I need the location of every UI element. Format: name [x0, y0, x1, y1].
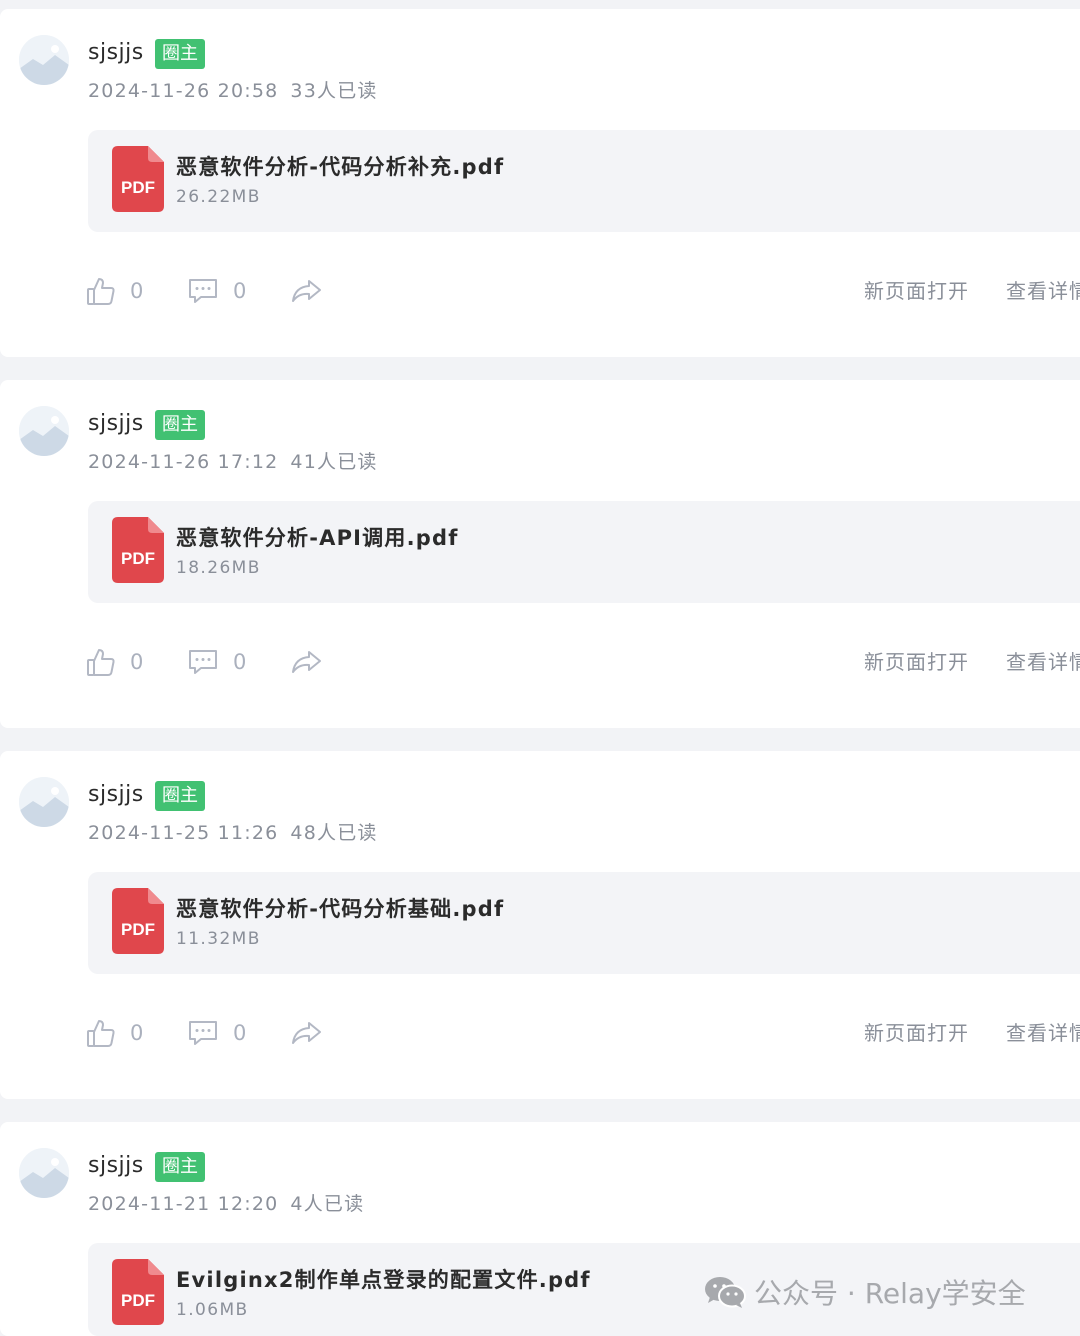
file-size: 1.06MB [176, 1300, 249, 1320]
pdf-file-icon: PDF [112, 888, 164, 954]
owner-badge: 圈主 [155, 410, 205, 440]
thumbs-up-icon [87, 1020, 115, 1047]
pdf-label: PDF [121, 1291, 155, 1310]
like-button[interactable]: 0 [86, 271, 143, 311]
post-meta: 2024-11-25 11:26 48人已读 [88, 819, 378, 847]
pdf-label: PDF [121, 178, 155, 197]
like-count: 0 [130, 1021, 144, 1045]
view-detail-link[interactable]: 查看详情 [1006, 646, 1080, 678]
post-actions: 0 0 新页面打开 查看详情 [0, 271, 1080, 311]
file-attachment[interactable]: PDF 恶意软件分析-API调用.pdf 18.26MB [88, 501, 1080, 603]
post-datetime: 2024-11-26 20:58 [88, 80, 279, 102]
avatar[interactable] [19, 35, 69, 85]
like-button[interactable]: 0 [86, 1013, 143, 1053]
post-actions: 0 0 新页面打开 查看详情 [0, 642, 1080, 682]
watermark: 公众号 · Relay学安全 [704, 1272, 1026, 1312]
comment-button[interactable]: 0 [187, 271, 246, 311]
open-new-page-link[interactable]: 新页面打开 [864, 275, 969, 307]
open-new-page-link[interactable]: 新页面打开 [864, 646, 969, 678]
file-attachment[interactable]: PDF 恶意软件分析-代码分析补充.pdf 26.22MB [88, 130, 1080, 232]
share-button[interactable] [290, 642, 322, 682]
watermark-text: 公众号 · Relay学安全 [754, 1277, 1026, 1310]
share-icon [292, 1022, 321, 1044]
username[interactable]: sjsjjs [88, 36, 144, 70]
read-count: 4人已读 [290, 1193, 365, 1215]
file-name[interactable]: 恶意软件分析-代码分析补充.pdf [176, 152, 504, 182]
post-meta: 2024-11-21 12:20 4人已读 [88, 1190, 364, 1218]
read-count: 48人已读 [290, 822, 378, 844]
comment-icon [189, 650, 217, 674]
share-button[interactable] [290, 1013, 322, 1053]
avatar[interactable] [19, 777, 69, 827]
username[interactable]: sjsjjs [88, 778, 144, 812]
owner-badge: 圈主 [155, 781, 205, 811]
pdf-label: PDF [121, 920, 155, 939]
owner-badge: 圈主 [155, 39, 205, 69]
wechat-icon [705, 1277, 746, 1308]
avatar[interactable] [19, 406, 69, 456]
pdf-file-icon: PDF [112, 517, 164, 583]
like-button[interactable]: 0 [86, 642, 143, 682]
file-size: 18.26MB [176, 558, 261, 578]
comment-button[interactable]: 0 [187, 642, 246, 682]
thumbs-up-icon [87, 649, 115, 676]
username[interactable]: sjsjjs [88, 407, 144, 441]
file-name[interactable]: Evilginx2制作单点登录的配置文件.pdf [176, 1265, 591, 1295]
comment-button[interactable]: 0 [187, 1013, 246, 1053]
share-button[interactable] [290, 271, 322, 311]
like-count: 0 [130, 650, 144, 674]
username[interactable]: sjsjjs [88, 1149, 144, 1183]
avatar[interactable] [19, 1148, 69, 1198]
open-new-page-link[interactable]: 新页面打开 [864, 1017, 969, 1049]
comment-icon [189, 279, 217, 303]
pdf-file-icon: PDF [112, 146, 164, 212]
post-card: sjsjjs 圈主 2024-11-26 20:58 33人已读 PDF 恶意软件… [0, 9, 1080, 357]
file-name[interactable]: 恶意软件分析-代码分析基础.pdf [176, 894, 504, 924]
comment-icon [189, 1021, 217, 1045]
pdf-file-icon: PDF [112, 1259, 164, 1325]
file-size: 26.22MB [176, 187, 261, 207]
file-name[interactable]: 恶意软件分析-API调用.pdf [176, 523, 459, 553]
file-attachment[interactable]: PDF 恶意软件分析-代码分析基础.pdf 11.32MB [88, 872, 1080, 974]
post-meta: 2024-11-26 20:58 33人已读 [88, 77, 378, 105]
view-detail-link[interactable]: 查看详情 [1006, 1017, 1080, 1049]
share-icon [292, 651, 321, 673]
comment-count: 0 [233, 650, 247, 674]
post-card: sjsjjs 圈主 2024-11-25 11:26 48人已读 PDF 恶意软件… [0, 751, 1080, 1099]
like-count: 0 [130, 279, 144, 303]
file-size: 11.32MB [176, 929, 261, 949]
post-datetime: 2024-11-26 17:12 [88, 451, 279, 473]
comment-count: 0 [233, 1021, 247, 1045]
pdf-label: PDF [121, 549, 155, 568]
post-datetime: 2024-11-25 11:26 [88, 822, 279, 844]
thumbs-up-icon [87, 278, 115, 305]
view-detail-link[interactable]: 查看详情 [1006, 275, 1080, 307]
read-count: 41人已读 [290, 451, 378, 473]
post-datetime: 2024-11-21 12:20 [88, 1193, 279, 1215]
comment-count: 0 [233, 279, 247, 303]
share-icon [292, 280, 321, 302]
post-card: sjsjjs 圈主 2024-11-26 17:12 41人已读 PDF 恶意软件… [0, 380, 1080, 728]
post-meta: 2024-11-26 17:12 41人已读 [88, 448, 378, 476]
read-count: 33人已读 [290, 80, 378, 102]
owner-badge: 圈主 [155, 1152, 205, 1182]
post-actions: 0 0 新页面打开 查看详情 [0, 1013, 1080, 1053]
